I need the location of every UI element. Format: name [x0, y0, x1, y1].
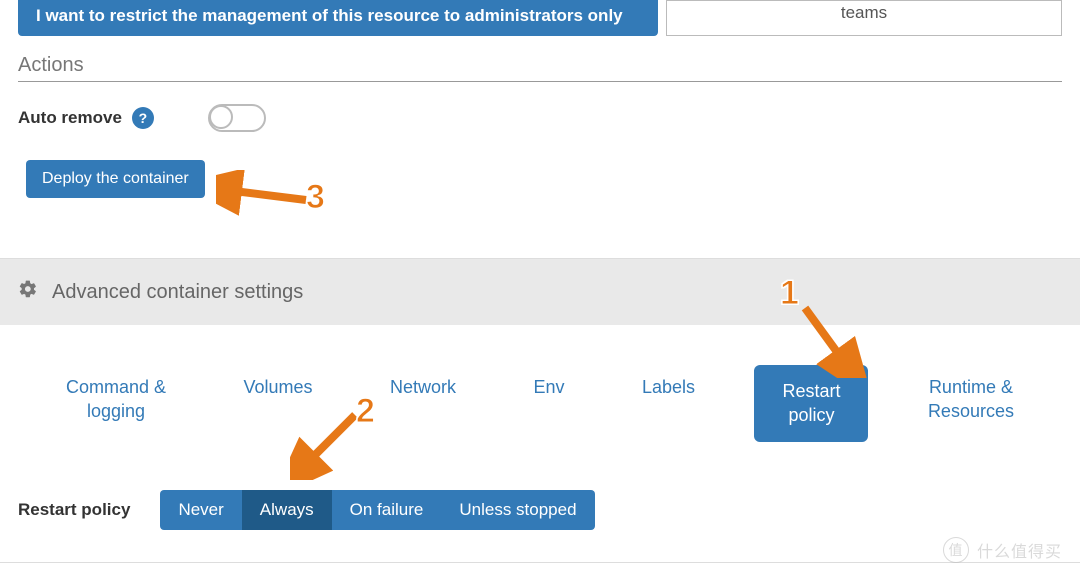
restart-option-on-failure[interactable]: On failure: [332, 490, 442, 530]
watermark-icon: 值: [943, 537, 969, 563]
auto-remove-label: Auto remove: [18, 108, 122, 128]
tab-network[interactable]: Network: [372, 365, 474, 442]
restart-option-never[interactable]: Never: [160, 490, 241, 530]
tab-env[interactable]: Env: [515, 365, 582, 442]
toggle-knob: [209, 105, 233, 129]
watermark-text: 什么值得买: [977, 538, 1062, 562]
advanced-settings-bar[interactable]: Advanced container settings: [0, 258, 1080, 325]
teams-label: teams: [841, 3, 887, 23]
tab-runtime-resources[interactable]: Runtime & Resources: [910, 365, 1032, 442]
admin-restrict-text: I want to restrict the management of thi…: [36, 6, 623, 25]
watermark: 值 什么值得买: [943, 537, 1062, 563]
annotation-number-2: 2: [356, 392, 375, 431]
advanced-settings-heading: Advanced container settings: [52, 281, 303, 304]
annotation-number-3: 3: [306, 178, 325, 217]
restart-policy-label: Restart policy: [18, 500, 130, 520]
tab-command-logging[interactable]: Command & logging: [48, 365, 184, 442]
teams-box: teams: [666, 0, 1062, 36]
deploy-container-button[interactable]: Deploy the container: [26, 160, 205, 198]
tab-restart-policy[interactable]: Restart policy: [754, 365, 868, 442]
deploy-container-label: Deploy the container: [42, 170, 189, 187]
tab-volumes[interactable]: Volumes: [226, 365, 331, 442]
help-icon[interactable]: ?: [132, 107, 154, 129]
actions-heading: Actions: [18, 54, 1062, 82]
advanced-tabs: Command & logging Volumes Network Env La…: [18, 365, 1062, 442]
annotation-number-1: 1: [780, 274, 799, 313]
restart-policy-options: Never Always On failure Unless stopped: [160, 490, 594, 530]
gear-icon: [18, 279, 38, 305]
tab-labels[interactable]: Labels: [624, 365, 713, 442]
restart-option-unless-stopped[interactable]: Unless stopped: [441, 490, 594, 530]
admin-restrict-banner[interactable]: I want to restrict the management of thi…: [18, 0, 658, 36]
auto-remove-toggle[interactable]: [208, 104, 266, 132]
restart-option-always[interactable]: Always: [242, 490, 332, 530]
